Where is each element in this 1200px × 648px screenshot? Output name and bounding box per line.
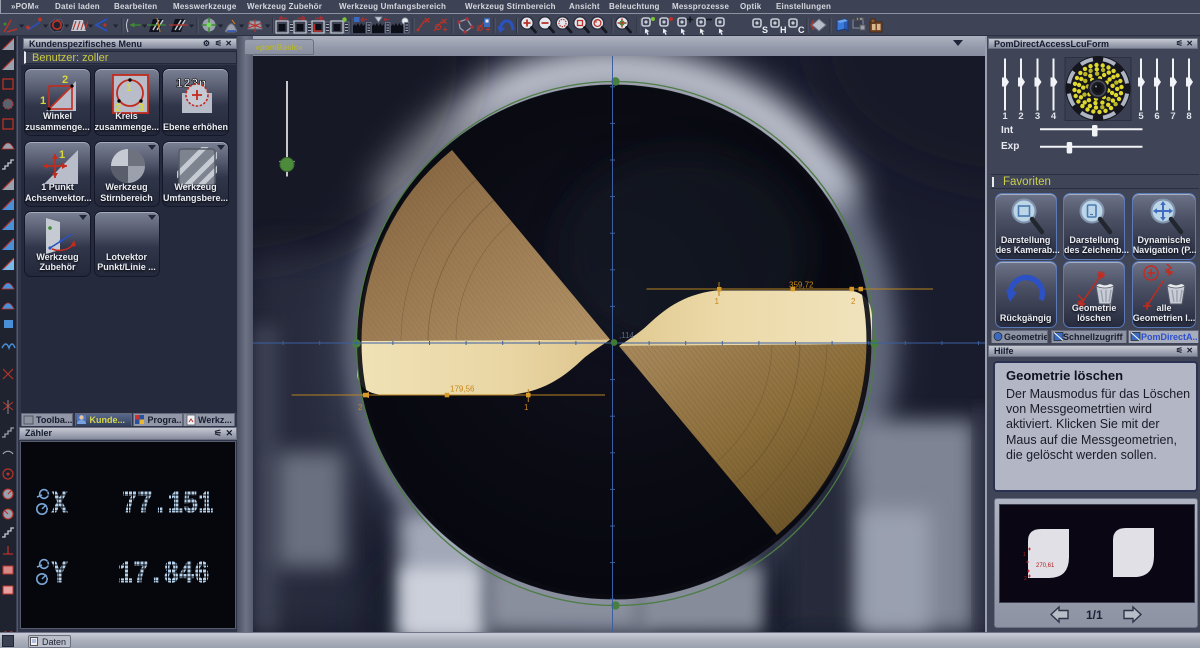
svg-text:H: H [780, 25, 787, 35]
svg-text:1: 1 [1023, 552, 1026, 558]
svg-text:C: C [798, 25, 805, 35]
svg-text:2: 2 [358, 403, 363, 412]
svg-text:S: S [762, 25, 768, 35]
svg-text:1/1: 1/1 [1086, 608, 1103, 622]
svg-text:Exp: Exp [1001, 141, 1019, 152]
svg-text:1: 1 [40, 95, 46, 107]
svg-text:179,56: 179,56 [450, 385, 475, 394]
svg-text:5: 5 [1138, 111, 1144, 122]
svg-text:1: 1 [126, 82, 132, 94]
svg-text:2: 2 [1024, 576, 1027, 582]
svg-text:3: 3 [1035, 111, 1040, 122]
svg-text:4: 4 [1051, 111, 1057, 122]
svg-text:8: 8 [1186, 111, 1191, 122]
svg-text:270,61: 270,61 [1036, 563, 1055, 569]
svg-text:7: 7 [1170, 111, 1175, 122]
svg-text:1: 1 [524, 403, 529, 412]
svg-text:1: 1 [715, 297, 720, 306]
svg-text:Int: Int [1001, 125, 1014, 136]
svg-text:6: 6 [1154, 111, 1159, 122]
svg-text:1: 1 [1002, 111, 1008, 122]
svg-text:2: 2 [851, 297, 856, 306]
svg-text:,114: ,114 [619, 331, 635, 340]
svg-text:2: 2 [1018, 111, 1023, 122]
svg-text:1: 1 [59, 149, 65, 161]
svg-text:2: 2 [62, 74, 68, 86]
svg-text:359,72: 359,72 [789, 281, 814, 290]
